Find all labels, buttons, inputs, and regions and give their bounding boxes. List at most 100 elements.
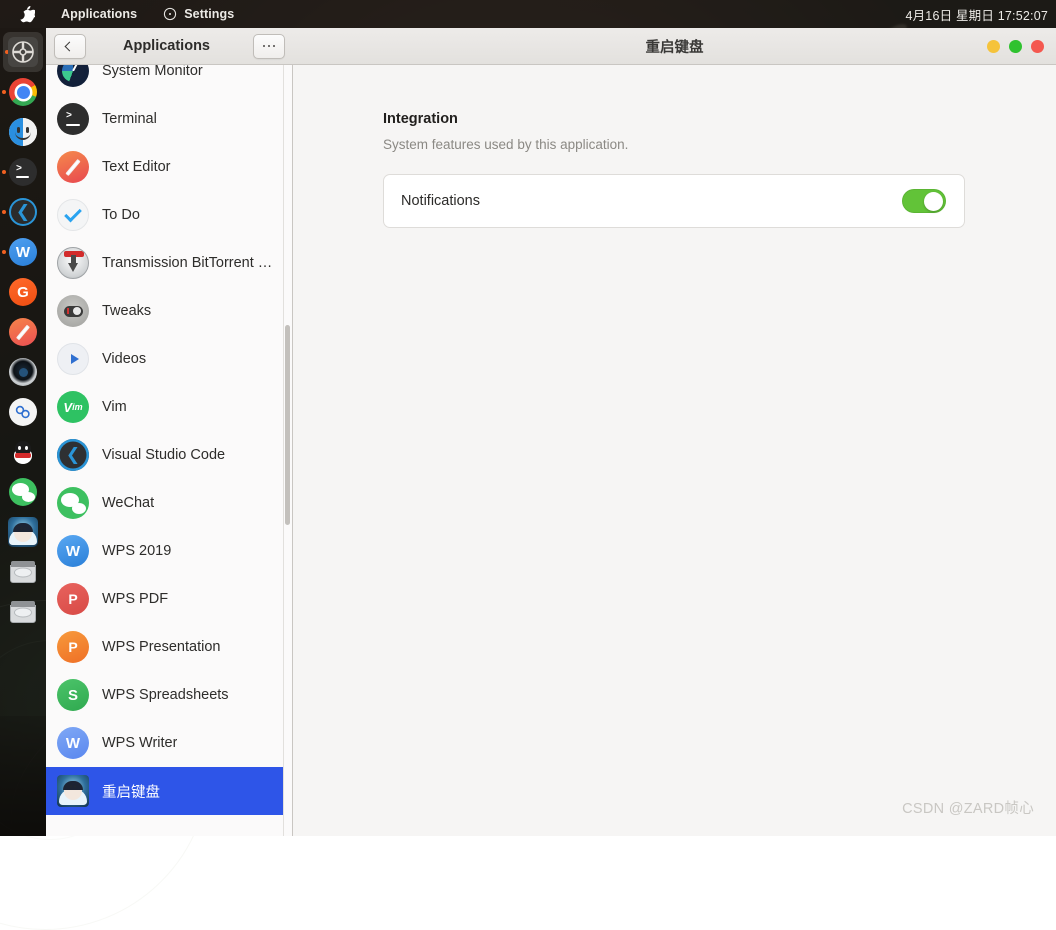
close-button[interactable] — [1031, 40, 1044, 53]
gear-icon — [8, 37, 38, 67]
dock-item-wps-2019[interactable]: W — [0, 232, 46, 272]
sidebar-item-videos[interactable]: Videos — [46, 335, 292, 383]
sidebar-item-label: 重启键盘 — [102, 781, 160, 802]
dock-item-disk-1[interactable] — [0, 552, 46, 592]
running-indicator-dot — [2, 170, 6, 174]
main-menu-button[interactable] — [253, 34, 285, 59]
qq-penguin-icon — [9, 438, 37, 466]
sidebar-item-transmission[interactable]: Transmission BitTorrent … — [46, 239, 292, 287]
dock-item-disk-2[interactable] — [0, 592, 46, 632]
notifications-label: Notifications — [401, 193, 902, 209]
vscode-icon: ❮ — [9, 198, 37, 226]
sidebar-item-wps-writer[interactable]: W WPS Writer — [46, 719, 292, 767]
chrome-icon — [9, 78, 37, 106]
wps-writer-icon: W — [9, 238, 37, 266]
window-body: System Monitor > Terminal Text Editor — [46, 65, 1056, 836]
finder-face-icon — [9, 118, 37, 146]
back-button[interactable] — [54, 34, 86, 59]
sidebar-item-wps-2019[interactable]: W WPS 2019 — [46, 527, 292, 575]
dock-item-qq[interactable] — [0, 432, 46, 472]
sidebar-item-label: WPS Writer — [102, 735, 177, 751]
sidebar-item-to-do[interactable]: To Do — [46, 191, 292, 239]
sidebar-item-label: WPS Presentation — [102, 639, 220, 655]
clock-label: 4月16日 星期日 17:52:07 — [905, 5, 1048, 24]
top-menu-bar: Applications Settings 4月16日 星期日 17:52:07 — [0, 0, 1056, 28]
anime-face-icon — [57, 775, 89, 807]
pencil-icon — [9, 318, 37, 346]
sidebar-item-visual-studio-code[interactable]: ❮ Visual Studio Code — [46, 431, 292, 479]
window-titlebar: Applications 重启键盘 — [46, 28, 1056, 65]
sidebar-item-label: WPS 2019 — [102, 543, 171, 559]
sidebar-item-wechat[interactable]: WeChat — [46, 479, 292, 527]
sidebar-item-wps-presentation[interactable]: P WPS Presentation — [46, 623, 292, 671]
sidebar-item-text-editor[interactable]: Text Editor — [46, 143, 292, 191]
videos-play-icon — [57, 343, 89, 375]
notifications-row: Notifications — [384, 175, 964, 227]
vim-icon: Vim — [57, 391, 89, 423]
wps-writer-icon: W — [57, 727, 89, 759]
wechat-icon — [57, 487, 89, 519]
settings-window: Applications 重启键盘 System Monitor — [46, 28, 1056, 836]
dock-item-visual-studio-code[interactable]: ❮ — [0, 192, 46, 232]
menu-applications-label: Applications — [61, 7, 137, 21]
dock-item-chongqi-jianpan[interactable] — [0, 512, 46, 552]
sidebar-item-chongqi-jianpan[interactable]: 重启键盘 — [46, 767, 292, 815]
g-orange-icon: G — [9, 278, 37, 306]
sidebar-item-label: Terminal — [102, 111, 157, 127]
main-content: Integration System features used by this… — [293, 65, 1056, 836]
sidebar-item-tweaks[interactable]: Tweaks — [46, 287, 292, 335]
wps-2019-icon: W — [57, 535, 89, 567]
todo-check-icon — [57, 199, 89, 231]
running-indicator-dot — [2, 90, 6, 94]
sidebar-item-label: Videos — [102, 351, 146, 367]
dock-item-camera[interactable] — [0, 352, 46, 392]
running-indicator-dot — [2, 250, 6, 254]
link-icon — [9, 398, 37, 426]
sidebar-item-system-monitor[interactable]: System Monitor — [46, 65, 292, 95]
section-title: Integration — [383, 111, 1056, 127]
sidebar-item-terminal[interactable]: > Terminal — [46, 95, 292, 143]
sidebar-item-label: System Monitor — [102, 65, 203, 79]
sidebar-title: Applications — [88, 38, 245, 54]
sidebar-item-wps-pdf[interactable]: P WPS PDF — [46, 575, 292, 623]
running-indicator-dot — [2, 210, 6, 214]
titlebar-sidebar-area: Applications — [46, 28, 293, 64]
sidebar-item-label: WeChat — [102, 495, 154, 511]
sidebar-item-label: WPS Spreadsheets — [102, 687, 229, 703]
anime-face-icon — [8, 517, 38, 547]
minimize-button[interactable] — [987, 40, 1000, 53]
transmission-icon — [57, 247, 89, 279]
maximize-button[interactable] — [1009, 40, 1022, 53]
sidebar-item-vim[interactable]: Vim Vim — [46, 383, 292, 431]
dock-item-settings[interactable] — [3, 32, 43, 72]
hard-drive-icon — [9, 598, 37, 626]
text-editor-icon — [57, 151, 89, 183]
sidebar-scrollbar-thumb[interactable] — [285, 325, 290, 525]
applications-sidebar: System Monitor > Terminal Text Editor — [46, 65, 293, 836]
menu-applications[interactable]: Applications — [61, 7, 137, 21]
dock-item-terminal[interactable]: > — [0, 152, 46, 192]
dock-item-wechat[interactable] — [0, 472, 46, 512]
dock-item-chrome[interactable] — [0, 72, 46, 112]
ellipsis-icon — [263, 45, 276, 48]
sidebar-scrollbar[interactable] — [283, 65, 292, 836]
clock[interactable]: 4月16日 星期日 17:52:07 — [905, 5, 1048, 24]
apple-logo-icon[interactable] — [20, 6, 35, 23]
dock: > ❮ W G — [0, 28, 46, 836]
menu-settings[interactable]: Settings — [163, 7, 234, 21]
sidebar-item-wps-spreadsheets[interactable]: S WPS Spreadsheets — [46, 671, 292, 719]
wps-presentation-icon: P — [57, 631, 89, 663]
dock-item-bluetooth-share[interactable] — [0, 392, 46, 432]
toggle-knob — [924, 192, 943, 211]
system-monitor-icon — [57, 65, 89, 87]
terminal-icon: > — [9, 158, 37, 186]
dock-item-files[interactable] — [0, 112, 46, 152]
notifications-toggle[interactable] — [902, 189, 946, 213]
dock-item-text-editor[interactable] — [0, 312, 46, 352]
dock-item-gitkraken[interactable]: G — [0, 272, 46, 312]
sidebar-item-label: Visual Studio Code — [102, 447, 225, 463]
menu-settings-label: Settings — [184, 7, 234, 21]
wechat-icon — [9, 478, 37, 506]
vscode-icon: ❮ — [57, 439, 89, 471]
chevron-left-icon — [64, 41, 74, 51]
